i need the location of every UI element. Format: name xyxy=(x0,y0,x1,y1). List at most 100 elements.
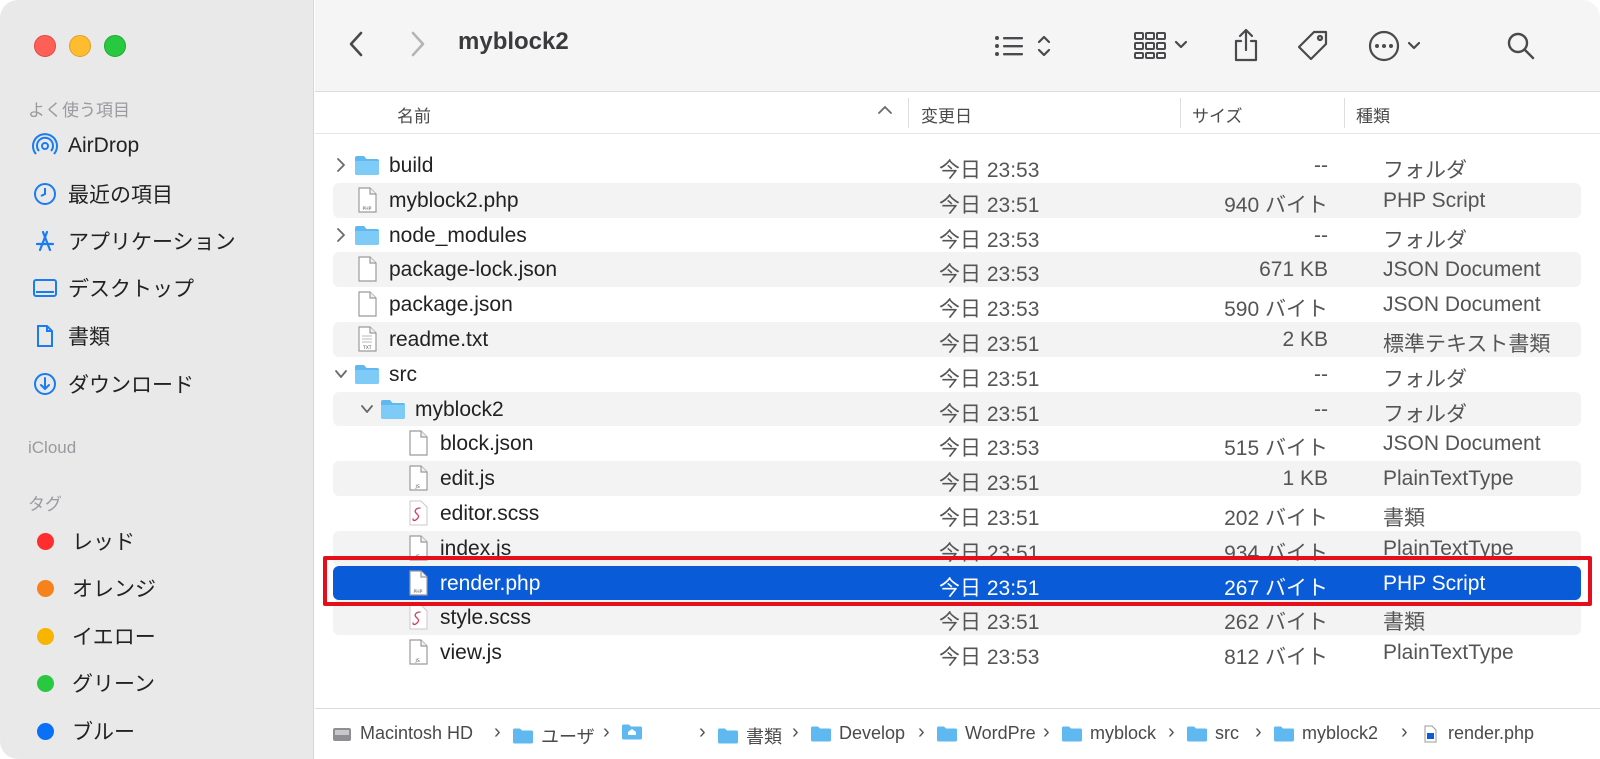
path-crumb-label: ユーザ xyxy=(541,727,595,747)
disclosure-collapsed-icon[interactable] xyxy=(333,225,349,245)
group-button[interactable] xyxy=(1129,26,1195,64)
path-crumb[interactable]: myblock2 xyxy=(1273,723,1378,744)
file-kind: 書類 xyxy=(1383,506,1425,530)
sidebar-tag-red[interactable]: レッド xyxy=(32,524,135,558)
path-separator-icon: › xyxy=(792,721,799,743)
svg-text:JS: JS xyxy=(415,554,420,560)
sidebar-item-label: ダウンロード xyxy=(68,374,194,397)
path-crumb[interactable]: 書類 xyxy=(717,723,782,749)
folder-row[interactable]: myblock2 今日 23:51 -- フォルダ xyxy=(333,391,1581,427)
chevron-left-icon xyxy=(349,31,363,57)
file-kind: PlainTextType xyxy=(1383,641,1514,665)
path-crumb[interactable]: Macintosh HD xyxy=(331,723,473,744)
file-kind: JSON Document xyxy=(1383,293,1541,317)
file-row[interactable]: PHP render.php 今日 23:51 267 バイト PHP Script xyxy=(333,565,1581,601)
sidebar: よく使う項目 AirDrop 最近の項目 アプリケーション デスクトップ 書類 … xyxy=(0,0,314,759)
file-row[interactable]: editor.scss 今日 23:51 202 バイト 書類 xyxy=(333,496,1581,531)
php-file-icon: PHP xyxy=(404,569,432,597)
file-name: package.json xyxy=(389,293,513,317)
airdrop-icon xyxy=(32,133,58,159)
file-row[interactable]: JS index.js 今日 23:51 934 バイト PlainTextType xyxy=(333,530,1581,566)
file-kind: JSON Document xyxy=(1383,258,1541,282)
sidebar-item-applications[interactable]: アプリケーション xyxy=(32,224,236,258)
more-actions-button[interactable] xyxy=(1365,26,1431,66)
path-crumb[interactable]: myblock xyxy=(1061,723,1156,744)
file-row[interactable]: package-lock.json 今日 23:53 671 KB JSON Docu… xyxy=(333,252,1581,288)
file-kind: フォルダ xyxy=(1383,159,1467,182)
tags-button[interactable] xyxy=(1293,26,1333,66)
sidebar-item-documents[interactable]: 書類 xyxy=(32,319,110,353)
folder-row[interactable]: src 今日 23:51 -- フォルダ xyxy=(333,357,1581,392)
folder-icon xyxy=(810,725,832,743)
file-name: node_modules xyxy=(389,223,527,247)
tag-color-dot xyxy=(37,532,54,550)
file-date: 今日 23:51 xyxy=(939,402,1040,426)
folder-row[interactable]: build 今日 23:53 -- フォルダ xyxy=(333,148,1581,183)
forward-button[interactable] xyxy=(403,26,433,62)
disclosure-collapsed-icon[interactable] xyxy=(333,155,349,175)
file-kind: フォルダ xyxy=(1383,228,1467,252)
favorites-header: よく使う項目 xyxy=(28,101,130,120)
path-crumb[interactable]: Develop xyxy=(810,723,905,744)
share-button[interactable] xyxy=(1227,24,1265,66)
path-crumb-label: myblock xyxy=(1090,723,1157,743)
column-divider[interactable] xyxy=(1344,98,1345,128)
close-window-button[interactable] xyxy=(34,35,56,57)
sidebar-item-downloads[interactable]: ダウンロード xyxy=(32,367,194,401)
file-size: 934 バイト xyxy=(1224,541,1328,565)
path-crumb[interactable]: ユーザ xyxy=(512,723,595,749)
file-row[interactable]: style.scss 今日 23:51 262 バイト 書類 xyxy=(333,600,1581,636)
svg-text:PHP: PHP xyxy=(414,589,423,595)
disclosure-expanded-icon[interactable] xyxy=(333,364,349,384)
file-kind: 書類 xyxy=(1383,611,1425,635)
file-date: 今日 23:51 xyxy=(939,611,1040,635)
folder-icon xyxy=(353,360,381,388)
sort-ascending-icon[interactable] xyxy=(877,100,893,125)
path-crumb-label: Develop xyxy=(839,723,906,743)
sidebar-tag-orange[interactable]: オレンジ xyxy=(32,571,156,605)
sidebar-tag-blue[interactable]: ブルー xyxy=(32,714,135,748)
column-divider[interactable] xyxy=(1180,98,1181,128)
path-separator-icon: › xyxy=(603,721,610,743)
tag-color-dot xyxy=(37,627,54,645)
sidebar-tag-yellow[interactable]: イエロー xyxy=(32,619,156,653)
search-button[interactable] xyxy=(1501,26,1541,66)
file-kind: JSON Document xyxy=(1383,432,1541,456)
column-header-size[interactable]: サイズ xyxy=(1192,102,1243,127)
folder-icon xyxy=(1273,725,1295,743)
column-header-kind[interactable]: 種類 xyxy=(1356,102,1390,127)
sidebar-item-airdrop[interactable]: AirDrop xyxy=(32,129,139,163)
file-row[interactable]: package.json 今日 23:53 590 バイト JSON Document xyxy=(333,287,1581,322)
path-crumb[interactable]: WordPre xyxy=(936,723,1036,744)
icloud-header[interactable]: iCloud xyxy=(28,438,76,458)
file-row[interactable]: block.json 今日 23:53 515 バイト JSON Document xyxy=(333,426,1581,461)
file-size: 812 バイト xyxy=(1224,646,1328,670)
path-crumb[interactable] xyxy=(621,723,650,741)
minimize-window-button[interactable] xyxy=(69,35,91,57)
disclosure-expanded-icon[interactable] xyxy=(359,399,375,419)
sidebar-item-recents[interactable]: 最近の項目 xyxy=(32,177,173,211)
column-divider[interactable] xyxy=(908,98,909,128)
zoom-window-button[interactable] xyxy=(104,35,126,57)
toolbar: myblock2 xyxy=(315,0,1600,92)
file-row[interactable]: TXT readme.txt 今日 23:51 2 KB 標準テキスト書類 xyxy=(333,321,1581,357)
path-crumb[interactable]: src xyxy=(1186,723,1239,744)
file-row[interactable]: PHP myblock2.php 今日 23:51 940 バイト PHP Script xyxy=(333,182,1581,218)
view-mode-button[interactable] xyxy=(989,28,1055,64)
sidebar-item-desktop[interactable]: デスクトップ xyxy=(32,271,194,305)
file-kind: 標準テキスト書類 xyxy=(1383,332,1551,356)
column-header-name[interactable]: 名前 xyxy=(397,102,431,127)
file-size: 262 バイト xyxy=(1224,611,1328,635)
folder-row[interactable]: node_modules 今日 23:53 -- フォルダ xyxy=(333,218,1581,253)
file-date: 今日 23:51 xyxy=(939,367,1040,391)
file-row[interactable]: JS edit.js 今日 23:51 1 KB PlainTextType xyxy=(333,461,1581,496)
column-header-date[interactable]: 変更日 xyxy=(921,102,972,127)
path-crumb[interactable]: render.php xyxy=(1419,723,1534,744)
hard-drive-icon xyxy=(331,725,353,743)
path-separator-icon: › xyxy=(1043,721,1050,743)
back-button[interactable] xyxy=(341,26,371,62)
json-file-icon xyxy=(353,255,381,283)
sidebar-item-label: グリーン xyxy=(72,673,155,696)
sidebar-tag-green[interactable]: グリーン xyxy=(32,666,155,700)
file-row[interactable]: JS view.js 今日 23:53 812 バイト PlainTextType xyxy=(333,635,1581,670)
